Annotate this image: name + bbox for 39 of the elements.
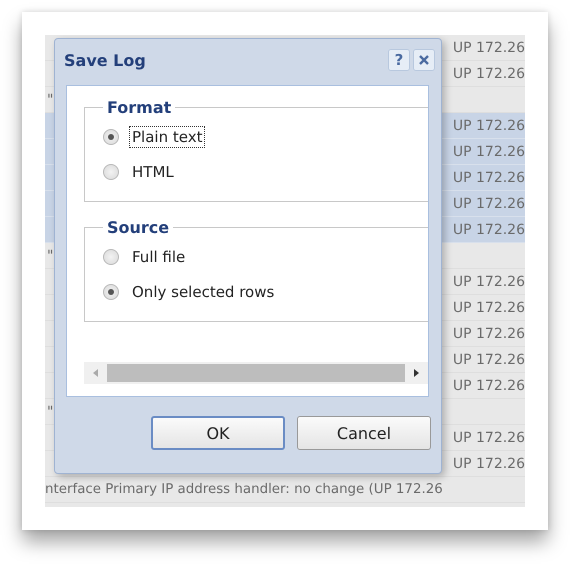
- radio-label[interactable]: Full file: [129, 246, 188, 268]
- log-text: UP 172.26: [452, 170, 525, 186]
- radio-button[interactable]: [103, 128, 119, 144]
- log-text: UP 172.26: [452, 196, 525, 212]
- close-icon: [418, 54, 430, 66]
- log-text: UP 172.26: [452, 352, 525, 368]
- log-text: UP 172.26: [452, 118, 525, 134]
- log-text: UP 172.26: [452, 430, 525, 446]
- log-text: ": [47, 92, 54, 108]
- radio-label[interactable]: HTML: [129, 160, 177, 182]
- radio-label[interactable]: Only selected rows: [129, 280, 278, 302]
- log-text: UP 172.26: [452, 326, 525, 342]
- log-text: UP 172.26: [452, 378, 525, 394]
- dialog-title: Save Log: [64, 50, 146, 70]
- log-text: ": [47, 404, 54, 420]
- scroll-right-icon[interactable]: [412, 368, 420, 378]
- log-text: UP 172.26: [452, 40, 525, 56]
- radio-button[interactable]: [103, 164, 119, 180]
- close-button[interactable]: [413, 49, 435, 71]
- log-text: ": [47, 248, 54, 264]
- log-text: UP 172.26: [452, 222, 525, 238]
- radio-button[interactable]: [103, 248, 119, 264]
- radio-label[interactable]: Plain text: [129, 126, 206, 148]
- group-legend: Source: [103, 218, 174, 237]
- log-text: UP 172.26: [452, 66, 525, 82]
- cancel-button[interactable]: Cancel: [297, 416, 431, 450]
- ok-button[interactable]: OK: [151, 416, 285, 450]
- radio-button[interactable]: [103, 284, 119, 300]
- log-text: UP 172.26: [452, 274, 525, 290]
- log-row[interactable]: nterface Primary IP address handler: no change (UP 172.26: [45, 477, 525, 503]
- scroll-left-icon[interactable]: [92, 368, 100, 378]
- log-text: UP 172.26: [452, 144, 525, 160]
- log-text: UP 172.26: [452, 300, 525, 316]
- log-text: UP 172.26: [452, 456, 525, 472]
- scrollbar-thumb[interactable]: [107, 364, 405, 382]
- log-text: nterface Primary IP address handler: no change (UP 172.26: [45, 482, 443, 497]
- group-legend: Format: [103, 98, 176, 117]
- help-button[interactable]: ?: [388, 49, 410, 71]
- horizontal-scrollbar[interactable]: [84, 362, 428, 384]
